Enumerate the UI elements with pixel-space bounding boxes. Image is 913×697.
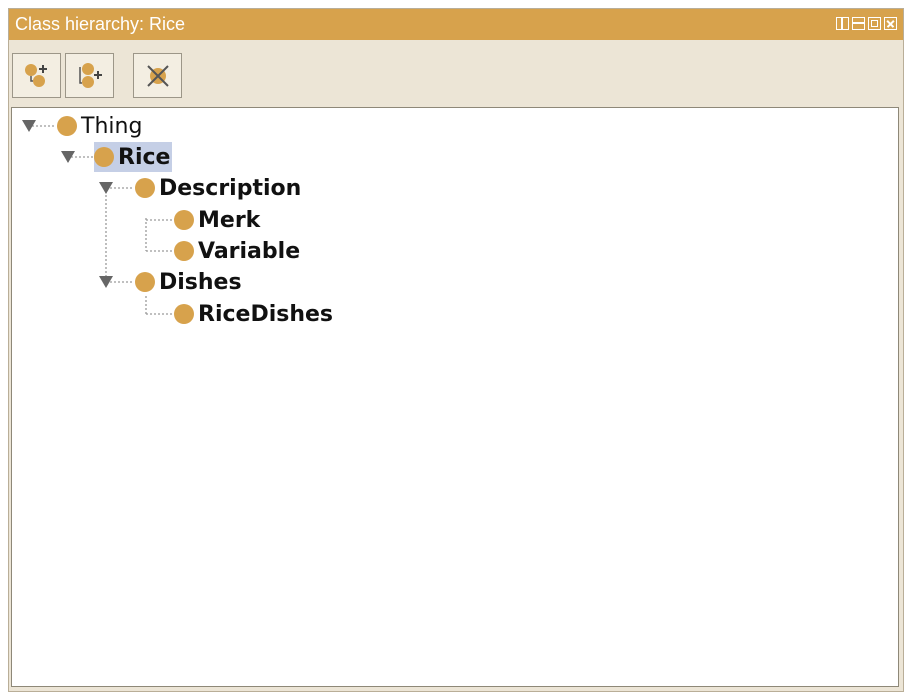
add-sibling-button[interactable] bbox=[65, 53, 114, 98]
expand-dishes-icon[interactable] bbox=[99, 275, 115, 289]
class-hierarchy-panel: Class hierarchy: Rice Thing Rice Descrip… bbox=[8, 8, 904, 692]
tree-node-ricedishes[interactable]: RiceDishes bbox=[174, 299, 333, 329]
class-icon bbox=[135, 272, 155, 292]
class-icon bbox=[174, 304, 194, 324]
class-icon bbox=[174, 210, 194, 230]
class-icon bbox=[174, 241, 194, 261]
tree-node-dishes[interactable]: Dishes bbox=[135, 267, 242, 297]
delete-class-icon bbox=[146, 64, 169, 87]
expand-rice-icon[interactable] bbox=[61, 150, 77, 164]
class-icon bbox=[135, 178, 155, 198]
minimize-icon[interactable] bbox=[852, 17, 865, 30]
add-subclass-button[interactable] bbox=[12, 53, 61, 98]
tree-node-variable[interactable]: Variable bbox=[174, 236, 300, 266]
panel-title: Class hierarchy: Rice bbox=[15, 14, 186, 34]
close-icon[interactable] bbox=[884, 17, 897, 30]
maximize-icon[interactable] bbox=[868, 17, 881, 30]
class-tree[interactable]: Thing Rice Description Merk Variable Dis… bbox=[11, 107, 899, 687]
delete-class-button[interactable] bbox=[133, 53, 182, 98]
split-view-icon[interactable] bbox=[836, 17, 849, 30]
tree-node-thing[interactable]: Thing bbox=[57, 111, 142, 141]
tree-node-merk[interactable]: Merk bbox=[174, 205, 260, 235]
tree-node-rice[interactable]: Rice bbox=[94, 142, 173, 172]
title-bar: Class hierarchy: Rice bbox=[9, 9, 903, 40]
tree-node-description[interactable]: Description bbox=[135, 173, 301, 203]
window-controls bbox=[836, 17, 897, 33]
add-subclass-icon bbox=[24, 63, 47, 87]
class-icon bbox=[57, 116, 77, 136]
class-icon bbox=[94, 147, 114, 167]
expand-description-icon[interactable] bbox=[99, 181, 115, 195]
add-sibling-icon bbox=[78, 62, 102, 88]
toolbar bbox=[9, 41, 903, 107]
expand-thing-icon[interactable] bbox=[22, 119, 38, 133]
